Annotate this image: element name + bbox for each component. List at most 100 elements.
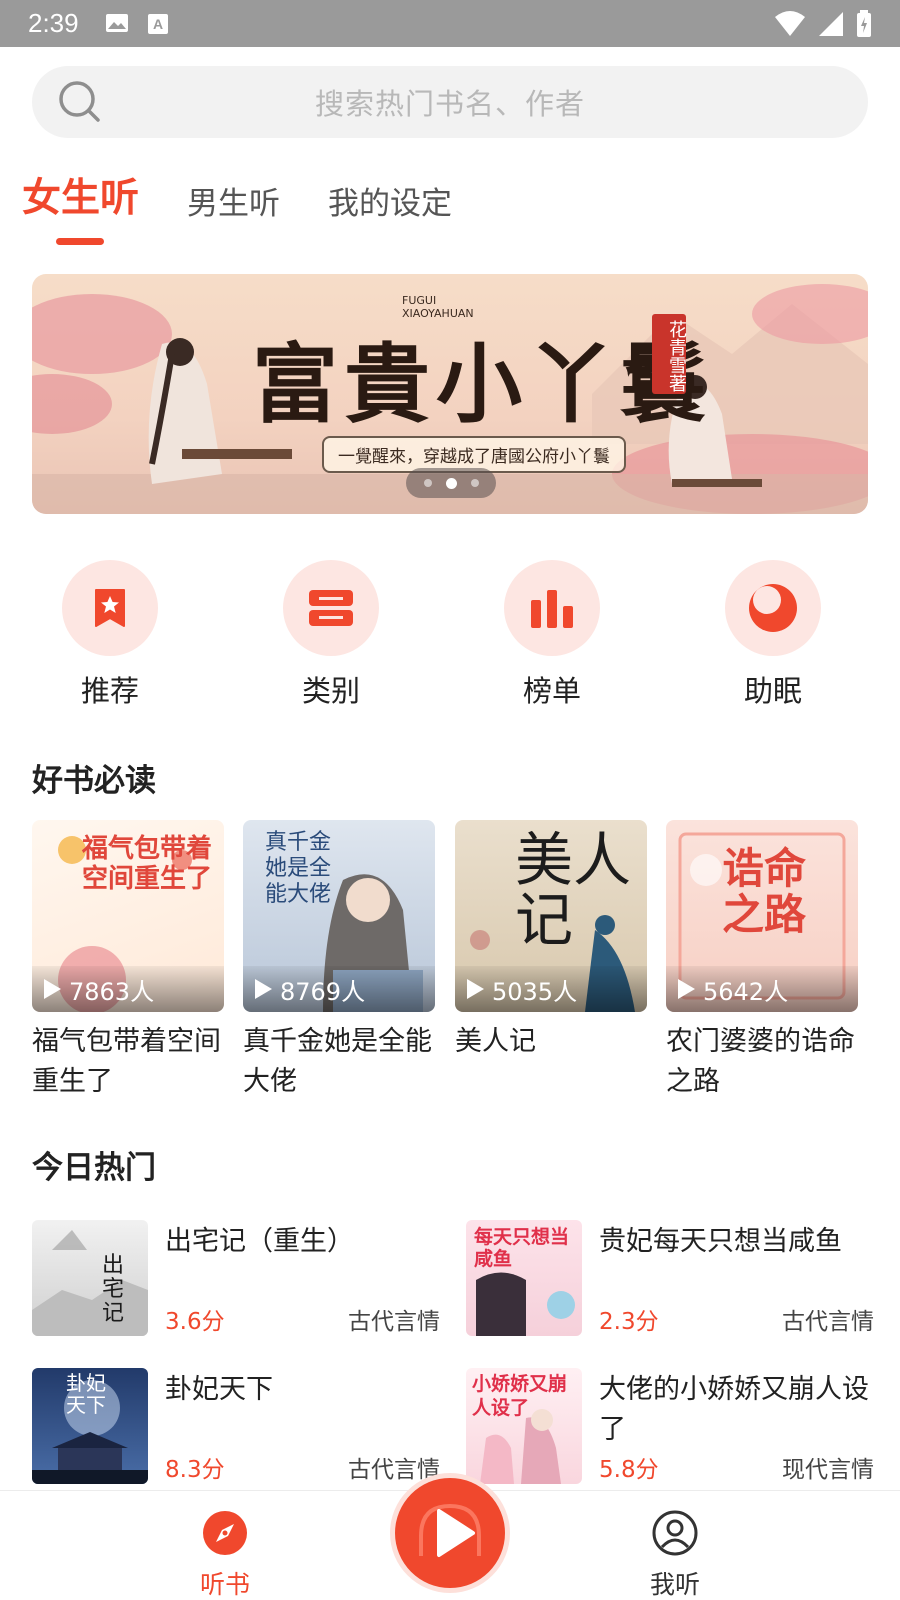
moon-icon (749, 584, 797, 632)
banner-title-en-line1: FUGUI (402, 294, 437, 307)
image-icon (105, 13, 128, 32)
search-placeholder: 搜索热门书名、作者 (314, 87, 585, 121)
hot-book-score: 8.3分 (165, 1457, 225, 1483)
category-rankings[interactable]: 榜单 (487, 560, 617, 710)
hot-book-title: 大佬的小娇娇又崩人设了 (599, 1374, 869, 1445)
bookmark-star-icon (95, 589, 125, 627)
category-icon-circle (283, 560, 379, 656)
hot-book-title: 卦妃天下 (165, 1374, 273, 1405)
banner-dot[interactable] (423, 479, 432, 487)
book-title: 福气包带着空间重生了 (32, 1026, 221, 1097)
cover-text: 诰命之路 (722, 844, 807, 939)
category-label: 助眠 (743, 674, 802, 708)
section-title-good-books: 好书必读 (32, 763, 156, 799)
hot-book-item[interactable]: 小娇娇又崩人设了 大佬的小娇娇又崩人设了 5.8分 现代言情 (466, 1368, 874, 1486)
play-icon (44, 979, 61, 999)
banner-carousel[interactable]: FUGUI XIAOYAHUAN 富貴小丫鬟 花青雪著 一覺醒來，穿越成了唐國公… (32, 274, 868, 514)
player-button[interactable] (395, 1478, 505, 1588)
category-icon-circle (725, 560, 821, 656)
hot-book-title: 贵妃每天只想当咸鱼 (599, 1226, 842, 1257)
banner-page-indicator (406, 468, 496, 498)
listener-count: 5642人 (666, 966, 858, 1012)
listener-count: 7863人 (32, 966, 224, 1012)
hot-book-score: 2.3分 (599, 1309, 659, 1335)
tab-my-settings[interactable]: 我的设定 (328, 178, 452, 245)
category-label: 榜单 (522, 674, 581, 708)
user-icon (652, 1510, 698, 1556)
hot-book-genre: 古代言情 (782, 1309, 874, 1335)
book-title: 美人记 (455, 1026, 536, 1057)
hot-book-genre: 现代言情 (782, 1457, 874, 1483)
book-cover: 美人记 5035人 (455, 820, 647, 1012)
listener-count-text: 7863人 (69, 977, 155, 1006)
list-icon (309, 590, 353, 626)
category-sleep[interactable]: 助眠 (708, 560, 838, 710)
search-icon (59, 81, 100, 122)
status-system-icons (774, 9, 872, 38)
hot-book-score: 5.8分 (599, 1457, 659, 1483)
category-recommend[interactable]: 推荐 (45, 560, 175, 710)
banner-title: 富貴小丫鬟 (252, 334, 712, 435)
section-title-hot-today: 今日热门 (32, 1150, 156, 1186)
hot-book-item[interactable]: 每天只想当咸鱼 贵妃每天只想当咸鱼 2.3分 古代言情 (466, 1220, 874, 1338)
status-notification-icons: A (105, 13, 169, 35)
hot-book-title: 出宅记（重生） (165, 1226, 354, 1257)
search-input[interactable]: 搜索热门书名、作者 (32, 66, 868, 138)
book-cover: 福气包带着空间重生了 7863人 (32, 820, 224, 1012)
banner-dot[interactable] (470, 479, 479, 487)
status-time: 2:39 (28, 8, 79, 38)
svg-text:A: A (153, 16, 163, 32)
hot-book-score: 3.6分 (165, 1309, 225, 1335)
status-bar: 2:39 A (0, 0, 900, 47)
category-icon-circle (504, 560, 600, 656)
book-card[interactable]: 真千金她是全能大佬 8769人 真千金她是全能大佬 (243, 820, 435, 1102)
category-row: 推荐 类别 榜单 助眠 (32, 560, 868, 710)
banner-dot-active[interactable] (445, 477, 457, 489)
signal-icon (819, 11, 843, 36)
font-icon: A (147, 13, 168, 34)
listener-count: 8769人 (243, 966, 435, 1012)
play-icon (678, 979, 695, 999)
tab-male[interactable]: 男生听 (187, 178, 280, 245)
compass-icon (203, 1511, 247, 1555)
nav-item-my-listening[interactable]: 我听 (615, 1509, 735, 1600)
play-icon (419, 1503, 481, 1557)
book-title: 真千金她是全能大佬 (243, 1026, 432, 1097)
listener-count: 5035人 (455, 966, 647, 1012)
category-label: 推荐 (80, 674, 139, 708)
hot-book-genre: 古代言情 (348, 1309, 440, 1335)
cover-text: 福气包带着空间重生了 (82, 834, 213, 894)
cover-text: 真千金她是全能大佬 (265, 830, 332, 907)
listener-count-text: 5035人 (492, 977, 578, 1006)
tab-female[interactable]: 女生听 (22, 167, 139, 245)
book-title: 农门婆婆的诰命之路 (666, 1026, 855, 1097)
category-icon-circle (62, 560, 158, 656)
book-cover: 真千金她是全能大佬 8769人 (243, 820, 435, 1012)
tab-bar: 女生听 男生听 我的设定 (22, 165, 500, 245)
book-card[interactable]: 福气包带着空间重生了 7863人 福气包带着空间重生了 (32, 820, 224, 1102)
listener-count-text: 8769人 (280, 977, 366, 1006)
hot-book-cover: 卦妃天下 (32, 1368, 148, 1484)
cover-text: 卦妃天下 (66, 1371, 106, 1417)
hot-book-item[interactable]: 卦妃天下 卦妃天下 8.3分 古代言情 (32, 1368, 440, 1486)
banner-author: 花青雪著 (652, 314, 687, 394)
cover-text: 小娇娇又崩人设了 (472, 1373, 568, 1419)
hot-book-cover: 出宅记 (32, 1220, 148, 1336)
cover-text: 美人记 (515, 826, 632, 954)
bar-chart-icon (531, 590, 573, 628)
hot-book-cover: 每天只想当咸鱼 (466, 1220, 582, 1336)
category-types[interactable]: 类别 (266, 560, 396, 710)
battery-icon (857, 9, 871, 37)
category-label: 类别 (301, 674, 360, 708)
hot-book-item[interactable]: 出宅记 出宅记（重生） 3.6分 古代言情 (32, 1220, 440, 1338)
book-cover: 诰命之路 5642人 (666, 820, 858, 1012)
nav-item-listen[interactable]: 听书 (165, 1509, 285, 1600)
book-card[interactable]: 诰命之路 5642人 农门婆婆的诰命之路 (666, 820, 858, 1102)
app-screen: 2:39 A 搜索热门书名、作者 女生听 男生听 我的设定 FUGUI XIAO… (0, 0, 900, 1600)
play-icon (255, 979, 272, 999)
wifi-icon (775, 10, 805, 36)
nav-label-my-listening: 我听 (649, 1570, 700, 1599)
nav-label-listen: 听书 (199, 1570, 250, 1599)
hot-book-cover: 小娇娇又崩人设了 (466, 1368, 582, 1484)
book-card[interactable]: 美人记 5035人 美人记 (455, 820, 647, 1062)
